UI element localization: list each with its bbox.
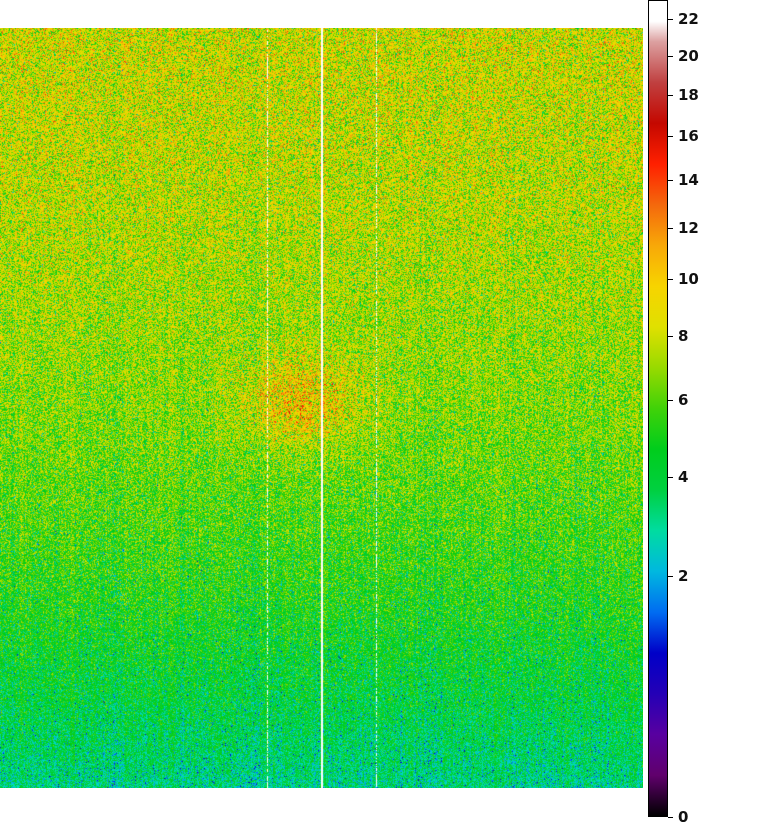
colorbar <box>648 0 668 817</box>
colorbar-tick-label: 22 <box>678 10 699 28</box>
colorbar-tick <box>668 279 673 280</box>
colorbar-tick <box>668 95 673 96</box>
colorbar-tick <box>668 19 673 20</box>
heatmap-image <box>0 28 643 788</box>
colorbar-tick <box>668 228 673 229</box>
colorbar-tick-label: 12 <box>678 219 699 237</box>
colorbar-tick-label: 16 <box>678 127 699 145</box>
colorbar-tick <box>668 477 673 478</box>
colorbar-tick-label: 4 <box>678 468 688 486</box>
colorbar-tick-label: 14 <box>678 171 699 189</box>
colorbar-tick <box>668 136 673 137</box>
colorbar-tick <box>668 180 673 181</box>
colorbar-tick <box>668 576 673 577</box>
colorbar-tick-label: 8 <box>678 327 688 345</box>
colorbar-tick-label: 10 <box>678 270 699 288</box>
colorbar-tick-label: 20 <box>678 47 699 65</box>
colorbar-tick <box>668 56 673 57</box>
colorbar-tick-label: 6 <box>678 391 688 409</box>
colorbar-tick-label: 2 <box>678 567 688 585</box>
colorbar-tick <box>668 400 673 401</box>
colorbar-tick <box>668 336 673 337</box>
colorbar-tick-label: 0 <box>678 808 688 826</box>
colorbar-tick <box>668 817 673 818</box>
colorbar-tick-label: 18 <box>678 86 699 104</box>
